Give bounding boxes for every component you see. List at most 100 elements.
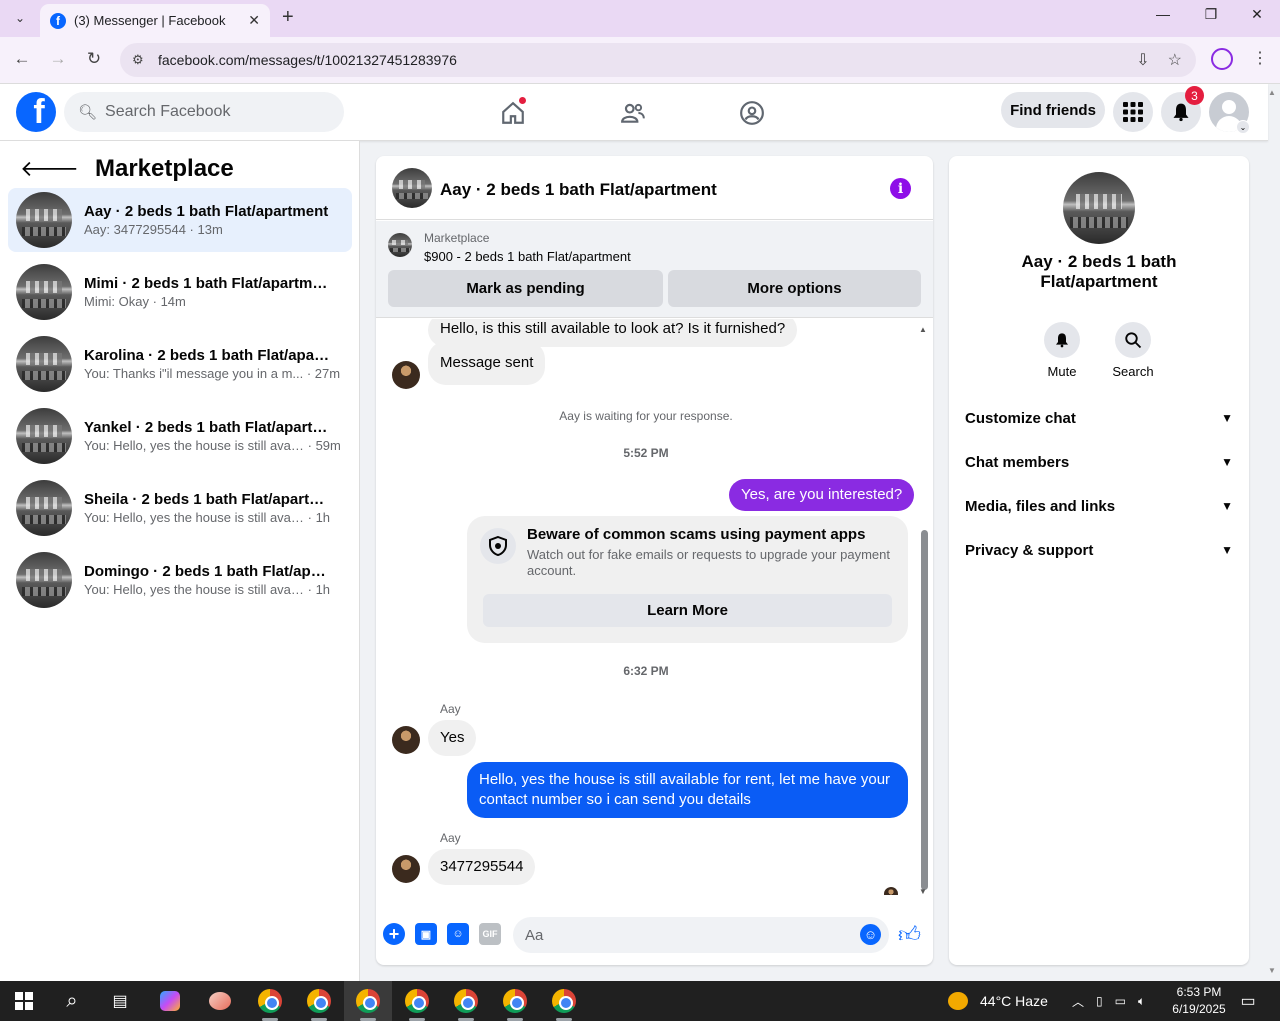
browser-tab[interactable]: f (3) Messenger | Facebook ✕ [40, 4, 270, 37]
tab-search-chevron-icon[interactable]: ⌄ [8, 7, 32, 29]
incoming-message: 3477295544 [428, 849, 536, 885]
menu-grid-icon[interactable] [1113, 92, 1153, 132]
listing-thumbnail[interactable] [388, 233, 412, 257]
mark-as-pending-button[interactable]: Mark as pending [388, 270, 663, 307]
new-tab-icon[interactable]: + [282, 6, 294, 29]
volume-icon[interactable]: 🔈︎ [1138, 994, 1145, 1009]
weather-widget[interactable]: 44°C Haze [948, 981, 1048, 1021]
more-options-button[interactable]: More options [668, 270, 921, 307]
media-files-links-section[interactable]: Media, files and links ▼ [965, 486, 1233, 526]
preview-text: You: Hello, yes the house is still avail… [84, 582, 304, 597]
chevron-down-icon: ▼ [1221, 543, 1233, 557]
customize-chat-section[interactable]: Customize chat ▼ [965, 398, 1233, 438]
conversation-item[interactable]: Mimi · 2 beds 1 bath Flat/apartment Mimi:… [8, 260, 352, 324]
sender-avatar[interactable] [392, 361, 420, 389]
listing-title[interactable]: $900 - 2 beds 1 bath Flat/apartment [424, 249, 631, 264]
scroll-up-icon[interactable]: ▲ [919, 325, 927, 334]
chat-header: Aay · 2 beds 1 bath Flat/apartment i [376, 156, 933, 220]
profile-avatar[interactable] [1063, 172, 1135, 244]
find-friends-button[interactable]: Find friends [1001, 92, 1105, 128]
chat-avatar[interactable] [392, 168, 432, 208]
back-arrow-icon[interactable]: 🡐 [20, 156, 79, 182]
back-icon[interactable]: ← [10, 49, 34, 69]
home-icon[interactable] [498, 96, 528, 128]
chat-members-section[interactable]: Chat members ▼ [965, 442, 1233, 482]
copilot-icon[interactable] [156, 987, 184, 1015]
notification-center-icon[interactable]: ▭ [1234, 987, 1262, 1015]
reload-icon[interactable]: ↻ [82, 49, 106, 69]
conversation-item[interactable]: Karolina · 2 beds 1 bath Flat/apart... Yo… [8, 332, 352, 396]
page-scroll-up-icon[interactable]: ▲ [1268, 88, 1276, 97]
conversation-text: Karolina · 2 beds 1 bath Flat/apart... Yo… [84, 347, 352, 381]
conversation-item[interactable]: Sheila · 2 beds 1 bath Flat/apartme... Yo… [8, 476, 352, 540]
facebook-search[interactable]: 🔍︎ Search Facebook [64, 92, 344, 132]
timestamp: 5:52 PM [623, 446, 669, 460]
clock-date: 6/19/2025 [1172, 1002, 1226, 1016]
chrome-profile-icon[interactable] [403, 987, 431, 1015]
preview-time: 27m [314, 366, 341, 381]
show-hidden-icons-chevron-icon[interactable]: ︿ [1072, 993, 1084, 1010]
chevron-down-icon: ▼ [1221, 455, 1233, 469]
clock-time: 6:53 PM [1176, 985, 1222, 999]
install-app-icon[interactable]: ⇩ [1136, 50, 1149, 70]
conversation-item[interactable]: Domingo · 2 beds 1 bath Flat/apar... You:… [8, 548, 352, 612]
mute-button[interactable]: Mute [1032, 322, 1092, 379]
close-tab-icon[interactable]: ✕ [248, 12, 260, 29]
chrome-profile-icon[interactable] [354, 987, 382, 1015]
chrome-profile-icon[interactable] [452, 987, 480, 1015]
plus-icon[interactable]: + [383, 923, 405, 945]
network-icon[interactable]: ▭ [1115, 994, 1126, 1008]
conversation-item[interactable]: Aay · 2 beds 1 bath Flat/apartment Aay: 3… [8, 188, 352, 252]
address-bar[interactable]: ⚙ facebook.com/messages/t/10021327451283… [120, 43, 1196, 77]
gif-icon[interactable]: GIF [479, 923, 501, 945]
browser-tab-bar: ⌄ f (3) Messenger | Facebook ✕ + — ❐ ✕ [0, 0, 1280, 37]
system-clock[interactable]: 6:53 PM 6/19/2025 [1168, 984, 1230, 1018]
device-icon[interactable]: ▯ [1096, 994, 1103, 1008]
chrome-profile-icon[interactable] [256, 987, 284, 1015]
thumbs-up-icon[interactable]: 👍︎ [898, 921, 921, 948]
facebook-logo-icon[interactable]: f [16, 92, 56, 132]
scroll-down-icon[interactable]: ▼ [919, 887, 927, 895]
restore-icon[interactable]: ❐ [1188, 6, 1234, 23]
sender-avatar[interactable] [392, 855, 420, 883]
conversation-preview: Mimi: Okay · 14m [84, 294, 352, 309]
search-chat-button[interactable]: Search [1103, 322, 1163, 379]
task-view-icon[interactable]: ▤ [106, 987, 134, 1015]
close-window-icon[interactable]: ✕ [1234, 6, 1280, 23]
site-info-icon[interactable]: ⚙ [132, 52, 150, 68]
chat-title[interactable]: Aay · 2 beds 1 bath Flat/apartment [440, 180, 717, 200]
bookmark-star-icon[interactable]: ☆ [1168, 50, 1182, 70]
forward-icon[interactable]: → [46, 49, 70, 69]
conversation-item[interactable]: Yankel · 2 beds 1 bath Flat/apartm... You… [8, 404, 352, 468]
message-input[interactable] [513, 917, 889, 953]
timestamp: 6:32 PM [623, 664, 669, 678]
chrome-profile-icon[interactable] [550, 987, 578, 1015]
page-scroll-down-icon[interactable]: ▼ [1268, 966, 1276, 975]
emoji-icon[interactable]: ☺ [860, 924, 881, 945]
scrollbar-thumb[interactable] [921, 530, 928, 890]
browser-menu-icon[interactable]: ⋮ [1252, 48, 1268, 68]
preview-time: 1h [315, 510, 331, 525]
conversation-preview: Aay: 3477295544 · 13m [84, 222, 352, 237]
friends-icon[interactable] [618, 98, 648, 128]
groups-icon[interactable] [737, 98, 767, 128]
conversation-text: Domingo · 2 beds 1 bath Flat/apar... You:… [84, 563, 352, 597]
info-icon[interactable]: i [890, 178, 911, 199]
preview-separator: · [304, 510, 316, 525]
chrome-profile-icon[interactable] [305, 987, 333, 1015]
notifications-bell-icon[interactable]: 3 [1161, 86, 1204, 132]
sender-avatar[interactable] [392, 726, 420, 754]
mute-label: Mute [1047, 364, 1077, 379]
photo-icon[interactable]: ▣ [415, 923, 437, 945]
windows-start-icon[interactable] [10, 987, 38, 1015]
message-scrollbar[interactable]: ▲ ▼ [919, 325, 929, 895]
browser-profile-icon[interactable] [1211, 48, 1233, 70]
taskbar-search-icon[interactable]: ⌕ [58, 987, 86, 1015]
chrome-profile-icon[interactable] [501, 987, 529, 1015]
sticker-icon[interactable]: ☺ [447, 923, 469, 945]
learn-more-button[interactable]: Learn More [483, 594, 892, 627]
account-chevron-icon[interactable]: ⌄ [1236, 120, 1250, 134]
privacy-support-section[interactable]: Privacy & support ▼ [965, 530, 1233, 570]
minimize-icon[interactable]: — [1140, 6, 1186, 22]
paint-icon[interactable] [206, 987, 234, 1015]
